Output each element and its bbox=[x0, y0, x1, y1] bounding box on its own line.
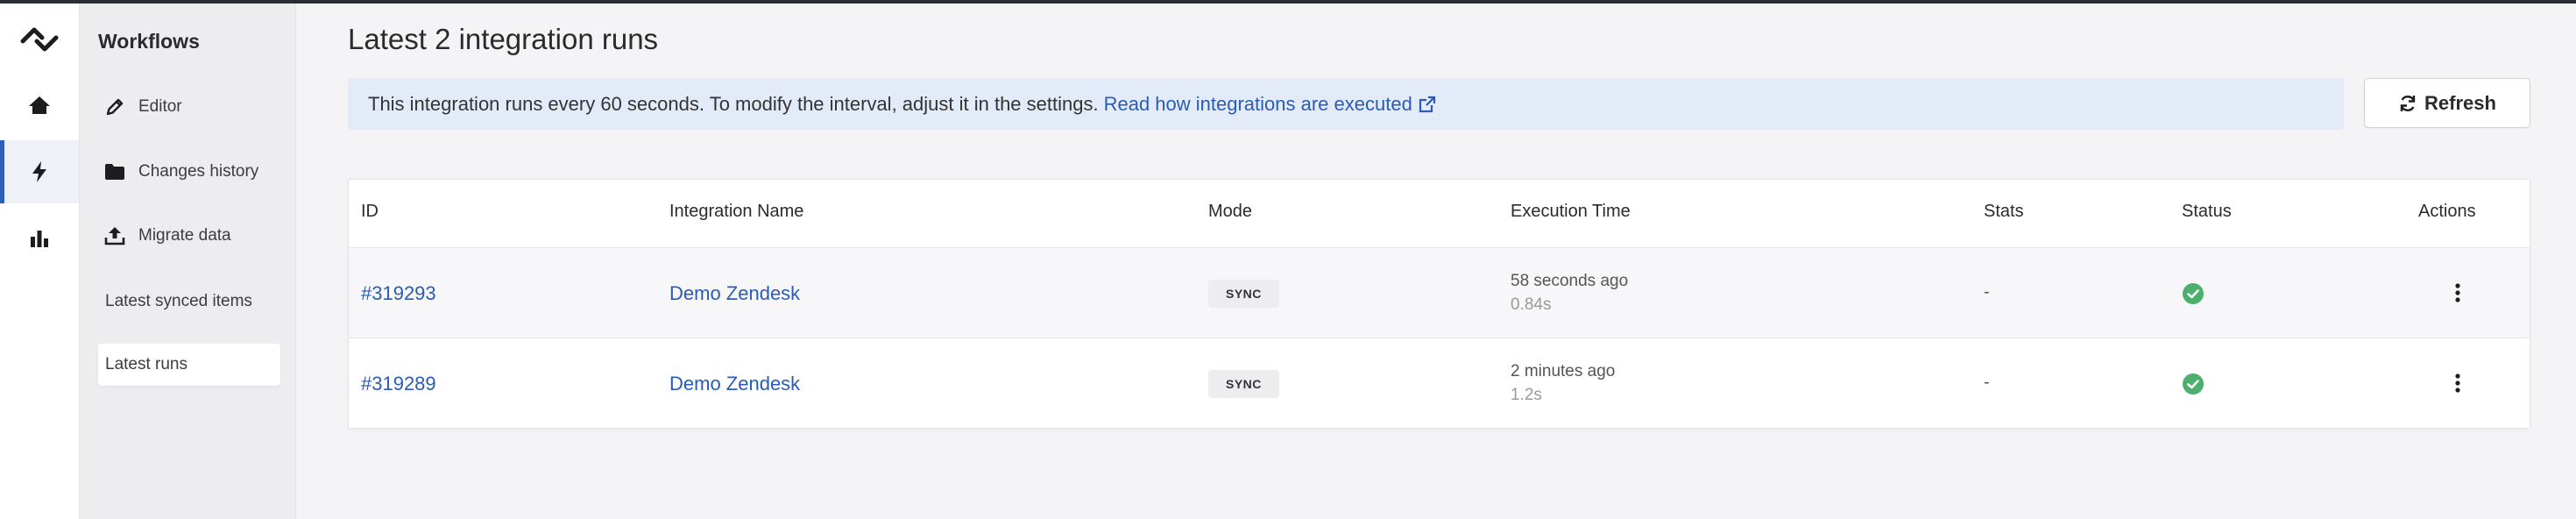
success-check-icon bbox=[2182, 282, 2204, 309]
success-check-icon bbox=[2182, 373, 2204, 400]
runs-table: ID Integration Name Mode Execution Time … bbox=[348, 179, 2530, 429]
sidebar-item-label: Changes history bbox=[138, 162, 259, 181]
stats-value: - bbox=[1984, 373, 1990, 392]
sidebar-item-editor[interactable]: Editor bbox=[98, 86, 280, 128]
logo-icon[interactable] bbox=[0, 9, 79, 70]
sidebar-item-label: Latest runs bbox=[105, 355, 188, 373]
lightning-icon[interactable] bbox=[0, 140, 79, 203]
bar-chart-icon[interactable] bbox=[0, 207, 79, 270]
refresh-button[interactable]: Refresh bbox=[2364, 78, 2530, 128]
mode-badge: SYNC bbox=[1208, 370, 1279, 398]
sidebar-item-label: Latest synced items bbox=[105, 292, 252, 310]
sidebar-item-latest-runs[interactable]: Latest runs bbox=[98, 344, 280, 386]
execution-duration: 0.84s bbox=[1511, 295, 1552, 314]
sidebar: Workflows Editor Changes history Migrate… bbox=[80, 4, 296, 519]
execution-time: 2 minutes ago bbox=[1511, 362, 1616, 380]
page-title: Latest 2 integration runs bbox=[348, 23, 659, 55]
row-actions-kebab-icon[interactable] bbox=[2449, 281, 2466, 305]
run-id-link[interactable]: #319289 bbox=[361, 373, 436, 395]
integration-name-link[interactable]: Demo Zendesk bbox=[669, 373, 800, 395]
stats-value: - bbox=[1984, 282, 1990, 302]
column-header-status: Status bbox=[2182, 202, 2232, 221]
column-header-id: ID bbox=[361, 202, 379, 221]
executions-help-link[interactable]: Read how integrations are executed bbox=[1104, 93, 1437, 116]
row-actions-kebab-icon[interactable] bbox=[2449, 371, 2466, 395]
icon-rail bbox=[0, 4, 80, 519]
column-header-integration-name: Integration Name bbox=[669, 202, 804, 221]
execution-duration: 1.2s bbox=[1511, 386, 1542, 404]
table-header: ID Integration Name Mode Execution Time … bbox=[349, 180, 2530, 248]
run-id-link[interactable]: #319293 bbox=[361, 282, 436, 305]
sidebar-item-latest-synced-items[interactable]: Latest synced items bbox=[98, 281, 280, 323]
mode-badge: SYNC bbox=[1208, 280, 1279, 308]
execution-time: 58 seconds ago bbox=[1511, 272, 1629, 290]
folder-icon bbox=[102, 161, 128, 182]
executions-help-link-label: Read how integrations are executed bbox=[1103, 92, 1412, 115]
refresh-icon bbox=[2400, 95, 2416, 111]
column-header-execution-time: Execution Time bbox=[1511, 202, 1631, 221]
sidebar-item-changes-history[interactable]: Changes history bbox=[98, 151, 280, 193]
home-icon[interactable] bbox=[0, 74, 79, 137]
pencil-icon bbox=[102, 96, 128, 117]
refresh-button-label: Refresh bbox=[2424, 91, 2496, 114]
upload-icon bbox=[102, 225, 128, 246]
external-link-icon bbox=[1419, 96, 1435, 112]
info-banner: This integration runs every 60 seconds. … bbox=[348, 78, 2344, 130]
info-text: This integration runs every 60 seconds. … bbox=[368, 92, 1099, 115]
top-border bbox=[0, 0, 2576, 4]
column-header-actions: Actions bbox=[2418, 202, 2476, 221]
table-row[interactable]: #319293 Demo Zendesk SYNC 58 seconds ago… bbox=[349, 248, 2530, 338]
integration-name-link[interactable]: Demo Zendesk bbox=[669, 282, 800, 305]
sidebar-title: Workflows bbox=[98, 30, 200, 53]
sidebar-item-migrate-data[interactable]: Migrate data bbox=[98, 215, 280, 257]
column-header-stats: Stats bbox=[1984, 202, 2024, 221]
sidebar-item-label: Editor bbox=[138, 97, 182, 116]
sidebar-item-label: Migrate data bbox=[138, 226, 231, 245]
table-row[interactable]: #319289 Demo Zendesk SYNC 2 minutes ago … bbox=[349, 338, 2530, 428]
column-header-mode: Mode bbox=[1208, 202, 1253, 221]
